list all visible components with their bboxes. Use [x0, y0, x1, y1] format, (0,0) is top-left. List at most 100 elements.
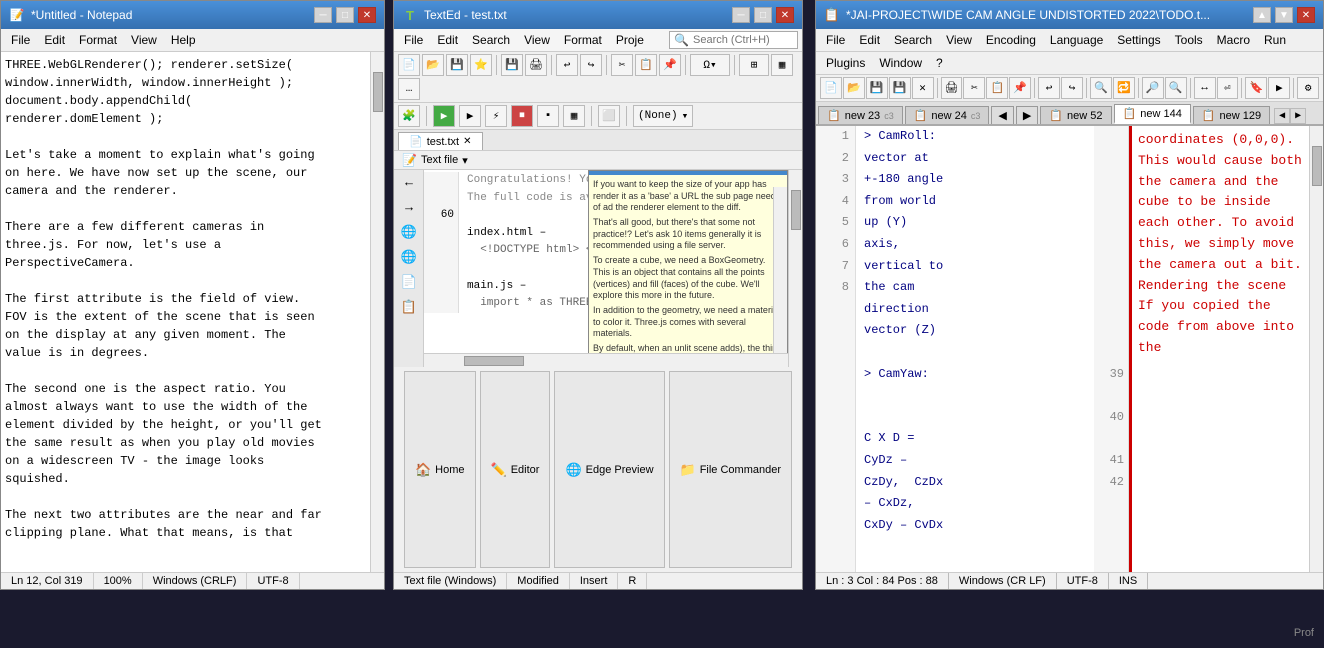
- notepad-scrollbar[interactable]: [370, 52, 384, 572]
- toolbar-print-btn[interactable]: 🖨: [525, 54, 547, 76]
- toolbar-puzzle-btn[interactable]: 🧩: [398, 105, 420, 127]
- npp-tab-scroll-right[interactable]: ▶: [1290, 108, 1306, 124]
- npp-settings2-btn[interactable]: ⚙: [1297, 77, 1319, 99]
- footer-commander-btn[interactable]: 📁 File Commander: [669, 371, 793, 568]
- npp-print-btn[interactable]: 🖨: [941, 77, 963, 99]
- npp-close-doc-btn[interactable]: ✕: [912, 77, 934, 99]
- npp-save-btn[interactable]: 💾: [866, 77, 888, 99]
- npp-menu-tools[interactable]: Tools: [1169, 31, 1209, 49]
- toolbar-open-btn[interactable]: 📂: [422, 54, 444, 76]
- texted-maximize-btn[interactable]: □: [754, 7, 772, 23]
- npp-zoomin-btn[interactable]: 🔎: [1142, 77, 1164, 99]
- npp-replace-btn[interactable]: 🔁: [1113, 77, 1135, 99]
- notepad-maximize-btn[interactable]: □: [336, 7, 354, 23]
- toolbar-grid-btn[interactable]: ▦: [771, 54, 793, 76]
- toolbar-find-btn[interactable]: Ω▾: [690, 54, 730, 76]
- sidebar-nav-icon[interactable]: ←: [394, 170, 424, 195]
- npp-cut-btn[interactable]: ✂: [963, 77, 985, 99]
- toolbar-save-btn[interactable]: 💾: [446, 54, 468, 76]
- toolbar-run2-btn[interactable]: ▶: [459, 105, 481, 127]
- npp-menu-search[interactable]: Search: [888, 31, 938, 49]
- toolbar-save2-btn[interactable]: 💾: [501, 54, 523, 76]
- npp-nav-up[interactable]: ▲: [1253, 7, 1271, 23]
- toolbar-grid2-btn[interactable]: ▦: [563, 105, 585, 127]
- toolbar-undo-btn[interactable]: ↩: [556, 54, 578, 76]
- npp-menu-settings[interactable]: Settings: [1111, 31, 1166, 49]
- npp-find-btn[interactable]: 🔍: [1090, 77, 1112, 99]
- npp-menu-file[interactable]: File: [820, 31, 851, 49]
- npp-wrap-btn[interactable]: ⏎: [1217, 77, 1239, 99]
- texted-code-area[interactable]: If you want to keep the size of your app…: [424, 170, 788, 353]
- npp-plugins[interactable]: Plugins: [820, 54, 871, 72]
- sidebar-globe1-icon[interactable]: 🌐: [394, 220, 424, 245]
- notepad-text-content[interactable]: THREE.WebGLRenderer(); renderer.setSize(…: [1, 52, 370, 572]
- texted-menu-view[interactable]: View: [518, 31, 556, 49]
- footer-edge-btn[interactable]: 🌐 Edge Preview: [554, 371, 664, 568]
- toolbar-more-btn[interactable]: …: [398, 78, 420, 100]
- notepad-close-btn[interactable]: ✕: [358, 7, 376, 23]
- texted-vscrollbar[interactable]: [788, 170, 802, 367]
- npp-sync-btn[interactable]: ↔: [1194, 77, 1216, 99]
- npp-new-btn[interactable]: 📄: [820, 77, 842, 99]
- notepad-menu-edit[interactable]: Edit: [38, 31, 71, 49]
- npp-tab-new144[interactable]: 📋 new 144: [1114, 104, 1191, 124]
- texted-menu-file[interactable]: File: [398, 31, 429, 49]
- toolbar-fast-btn[interactable]: ⚡: [485, 105, 507, 127]
- notepad-menu-view[interactable]: View: [125, 31, 163, 49]
- npp-bookmark-btn[interactable]: 🔖: [1245, 77, 1267, 99]
- toolbar-rect-btn[interactable]: ▪: [537, 105, 559, 127]
- npp-tab-new52[interactable]: 📋 new 52: [1040, 106, 1111, 124]
- npp-tab-new23[interactable]: 📋 new 23 c3: [818, 106, 903, 124]
- toolbar-copy-btn[interactable]: 📋: [635, 54, 657, 76]
- toolbar-redo-btn[interactable]: ↪: [580, 54, 602, 76]
- npp-open-btn[interactable]: 📂: [843, 77, 865, 99]
- notepad-menu-help[interactable]: Help: [165, 31, 202, 49]
- texted-menu-proje[interactable]: Proje: [610, 31, 650, 49]
- npp-tab-new24[interactable]: 📋 new 24 c3: [905, 106, 990, 124]
- texted-close-btn[interactable]: ✕: [776, 7, 794, 23]
- sidebar-copy2-icon[interactable]: 📋: [394, 295, 424, 320]
- toolbar-insert-btn[interactable]: ⊞: [739, 54, 769, 76]
- npp-paste-btn[interactable]: 📌: [1009, 77, 1031, 99]
- texted-minimize-btn[interactable]: ─: [732, 7, 750, 23]
- toolbar-box-btn[interactable]: ⬜: [598, 105, 620, 127]
- texted-search-input[interactable]: [693, 34, 793, 46]
- npp-saveall-btn[interactable]: 💾: [889, 77, 911, 99]
- texted-hscrollbar[interactable]: [424, 353, 788, 367]
- npp-tab-scroll-left[interactable]: ◀: [1274, 108, 1290, 124]
- npp-run-btn[interactable]: ▶: [1268, 77, 1290, 99]
- texted-menu-search[interactable]: Search: [466, 31, 516, 49]
- tab-close-btn[interactable]: ✕: [463, 136, 471, 147]
- notepad-menu-file[interactable]: File: [5, 31, 36, 49]
- npp-tab-nav-left[interactable]: ◀: [991, 106, 1013, 124]
- footer-editor-btn[interactable]: ✏️ Editor: [480, 371, 551, 568]
- npp-menu-view[interactable]: View: [940, 31, 978, 49]
- notepad-minimize-btn[interactable]: ─: [314, 7, 332, 23]
- npp-window[interactable]: Window: [873, 54, 928, 72]
- popup-scrollbar[interactable]: [773, 187, 787, 353]
- toolbar-format-dropdown[interactable]: (None)▾: [633, 105, 693, 127]
- footer-home-btn[interactable]: 🏠 Home: [404, 371, 476, 568]
- npp-tab-nav-right[interactable]: ▶: [1016, 106, 1038, 124]
- notepad-menu-format[interactable]: Format: [73, 31, 123, 49]
- texted-menu-format[interactable]: Format: [558, 31, 608, 49]
- npp-undo-btn[interactable]: ↩: [1038, 77, 1060, 99]
- npp-code-area[interactable]: > CamRoll: vector at +-180 angle from wo…: [856, 126, 1094, 572]
- toolbar-stop-btn[interactable]: ⏹: [511, 105, 533, 127]
- npp-copy-btn[interactable]: 📋: [986, 77, 1008, 99]
- npp-help[interactable]: ?: [930, 54, 949, 72]
- toolbar-saveas-btn[interactable]: ⭐: [470, 54, 492, 76]
- npp-vscrollbar[interactable]: [1309, 126, 1323, 572]
- npp-menu-encoding[interactable]: Encoding: [980, 31, 1042, 49]
- sidebar-globe2-icon[interactable]: 🌐: [394, 245, 424, 270]
- sidebar-page-icon[interactable]: 📄: [394, 270, 424, 295]
- npp-menu-language[interactable]: Language: [1044, 31, 1109, 49]
- npp-nav-down[interactable]: ▼: [1275, 7, 1293, 23]
- npp-tab-new129[interactable]: 📋 new 129: [1193, 106, 1270, 124]
- toolbar-run-btn[interactable]: ▶: [433, 105, 455, 127]
- npp-redo-btn[interactable]: ↪: [1061, 77, 1083, 99]
- toolbar-paste-btn[interactable]: 📌: [659, 54, 681, 76]
- npp-menu-macro[interactable]: Macro: [1211, 31, 1256, 49]
- npp-zoomout-btn[interactable]: 🔍: [1165, 77, 1187, 99]
- texted-tab-testtxt[interactable]: 📄 test.txt ✕: [398, 132, 483, 150]
